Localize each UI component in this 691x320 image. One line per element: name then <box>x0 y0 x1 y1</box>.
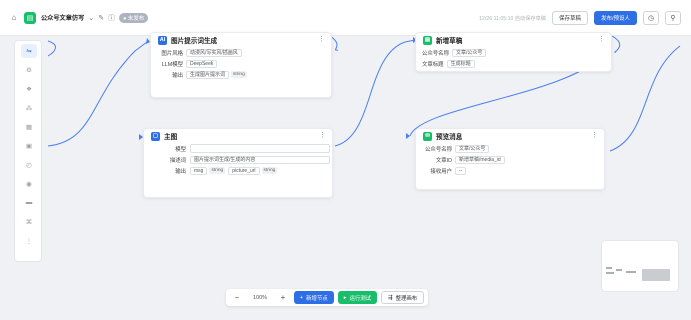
node-main-header: ▢ 主图 ⋮ <box>144 129 332 143</box>
type-tag: string <box>231 71 247 78</box>
info-icon[interactable]: ⓘ <box>108 13 115 23</box>
field-description: 描述词 图片提示词生成/生成的内容 <box>144 154 332 165</box>
top-bar: ⌂ ▤ 公众号文章仿写 ⌄ ✎ ⓘ ● 未发布 12/26 11:05:10 自… <box>0 0 691 36</box>
app-logo-icon: ▤ <box>24 11 36 24</box>
workflow-title: 公众号文章仿写 <box>41 15 85 22</box>
field-llm-model: LLM模型 DeepSeek <box>151 58 331 69</box>
more-options-icon[interactable]: ⋮ <box>318 35 325 43</box>
field-value[interactable]: 动漫风/写实风/插画风 <box>186 48 242 57</box>
layout-button[interactable]: ⇶ 整理画布 <box>381 291 425 304</box>
image-node-icon: ▢ <box>151 131 160 141</box>
field-label: 描述词 <box>169 157 186 164</box>
node-new-draft[interactable]: ▤ 新增草稿 ⋮ 公众号名称 文章/公众号 文章标题 生成标题 <box>415 32 612 72</box>
field-article-title: 文章标题 生成标题 <box>416 58 611 69</box>
field-label: LLM模型 <box>161 61 183 68</box>
field-article-id: 文章ID 新增草稿/media_id <box>416 154 604 165</box>
edit-icon[interactable]: ✎ <box>98 14 104 22</box>
chevron-down-icon[interactable]: ⌄ <box>88 14 94 22</box>
ai-icon: AI <box>158 35 167 45</box>
more-options-icon[interactable]: ⋮ <box>319 131 326 139</box>
plus-icon: + <box>300 294 304 301</box>
field-account-name: 公众号名称 文章/公众号 <box>416 47 611 58</box>
field-value[interactable]: 文章/公众号 <box>451 48 487 57</box>
zoom-in-button[interactable]: + <box>276 293 290 302</box>
autosave-time: 12/26 11:05:10 自动保存草稿 <box>479 15 546 22</box>
field-account-name: 公众号名称 文章/公众号 <box>416 143 604 154</box>
model-input[interactable] <box>190 144 330 153</box>
node-title: 图片提示词生成 <box>171 38 218 45</box>
layout-icon: ⇶ <box>388 294 393 301</box>
minimap-viewport[interactable] <box>642 269 670 281</box>
add-node-label: 新增节点 <box>306 295 328 302</box>
output-name: picture_url <box>228 166 260 175</box>
edge-start-to-main <box>47 41 148 147</box>
layout-label: 整理画布 <box>395 295 418 302</box>
run-test-label: 运行测试 <box>349 295 372 302</box>
message-icon: ✉ <box>423 131 432 141</box>
type-tag: string <box>209 167 226 174</box>
field-label: 模型 <box>175 146 186 153</box>
topbar-actions: 12/26 11:05:10 自动保存草稿 保存草稿 发布/预设人 ◷ ⚲ <box>479 11 681 25</box>
field-label: 输出 <box>172 72 183 79</box>
field-output: 输出 生成图片提示词 string <box>151 69 331 80</box>
save-draft-button[interactable]: 保存草稿 <box>551 11 588 25</box>
publish-button[interactable]: 发布/预设人 <box>593 11 637 25</box>
type-tag: string <box>261 167 278 174</box>
lock-icon[interactable]: ⚲ <box>665 11 681 25</box>
field-label: 文章标题 <box>422 61 444 68</box>
field-value[interactable]: DeepSeek <box>186 59 218 68</box>
workflow-canvas[interactable]: AI 图片提示词生成 ⋮ 图片风格 动漫风/写实风/插画风 LLM模型 Deep… <box>0 32 691 320</box>
node-preview[interactable]: ✉ 预览消息 ⋮ 公众号名称 文章/公众号 文章ID 新增草稿/media_id… <box>415 128 605 190</box>
field-value[interactable]: 新增草稿/media_id <box>455 155 505 164</box>
edge-preview-out <box>609 45 681 152</box>
play-icon: ▸ <box>343 294 347 301</box>
minimap-node <box>626 271 636 273</box>
field-value[interactable]: 生成标题 <box>446 59 475 68</box>
bottom-toolbar: − 100% + + 新增节点 ▸ 运行测试 ⇶ 整理画布 <box>226 289 429 306</box>
output-name: msg <box>190 166 208 175</box>
node-image-prompt[interactable]: AI 图片提示词生成 ⋮ 图片风格 动漫风/写实风/插画风 LLM模型 Deep… <box>150 32 332 98</box>
node-main[interactable]: ▢ 主图 ⋮ 模型 描述词 图片提示词生成/生成的内容 输出 msg strin… <box>143 128 333 198</box>
field-label: 接收用户 <box>430 168 452 175</box>
field-label: 图片风格 <box>161 50 183 57</box>
field-model: 模型 <box>144 143 332 154</box>
field-label: 文章ID <box>435 157 452 164</box>
node-preview-header: ✉ 预览消息 ⋮ <box>416 129 604 143</box>
field-value[interactable]: 文章/公众号 <box>455 144 490 153</box>
field-label: 输出 <box>175 168 186 175</box>
node-new-draft-header: ▤ 新增草稿 ⋮ <box>416 33 611 47</box>
status-badge: ● 未发布 <box>119 12 149 23</box>
node-title: 预览消息 <box>436 134 463 141</box>
node-title: 主图 <box>164 134 178 141</box>
more-options-icon[interactable]: ⋮ <box>591 131 598 139</box>
field-output: 输出 msg string picture_url string <box>144 165 332 176</box>
field-image-style: 图片风格 动漫风/写实风/插画风 <box>151 47 331 58</box>
minimap[interactable] <box>601 240 679 292</box>
minimap-node <box>606 272 614 274</box>
more-options-icon[interactable]: ⋮ <box>598 35 605 43</box>
edge-incoming-left <box>47 40 56 57</box>
description-input[interactable]: 图片提示词生成/生成的内容 <box>190 155 330 164</box>
node-title: 新增草稿 <box>436 38 463 45</box>
history-icon[interactable]: ◷ <box>643 11 659 25</box>
field-recipient: 接收用户 -- <box>416 165 604 176</box>
field-label: 公众号名称 <box>422 50 449 57</box>
zoom-out-button[interactable]: − <box>230 293 244 302</box>
status-text: 未发布 <box>127 15 145 22</box>
zoom-level: 100% <box>252 294 268 301</box>
edge-main-to-draft <box>334 39 416 147</box>
home-icon[interactable]: ⌂ <box>8 12 20 24</box>
field-value: 生成图片提示词 <box>186 70 230 79</box>
add-node-button[interactable]: + 新增节点 <box>294 291 334 304</box>
edge-draft-to-preview <box>611 36 621 53</box>
field-label: 公众号名称 <box>425 146 452 153</box>
field-value[interactable]: -- <box>455 166 467 175</box>
draft-icon: ▤ <box>423 35 432 45</box>
minimap-node <box>606 267 612 269</box>
run-test-button[interactable]: ▸ 运行测试 <box>337 291 378 304</box>
minimap-node <box>616 269 622 271</box>
node-image-prompt-header: AI 图片提示词生成 ⋮ <box>151 33 331 47</box>
